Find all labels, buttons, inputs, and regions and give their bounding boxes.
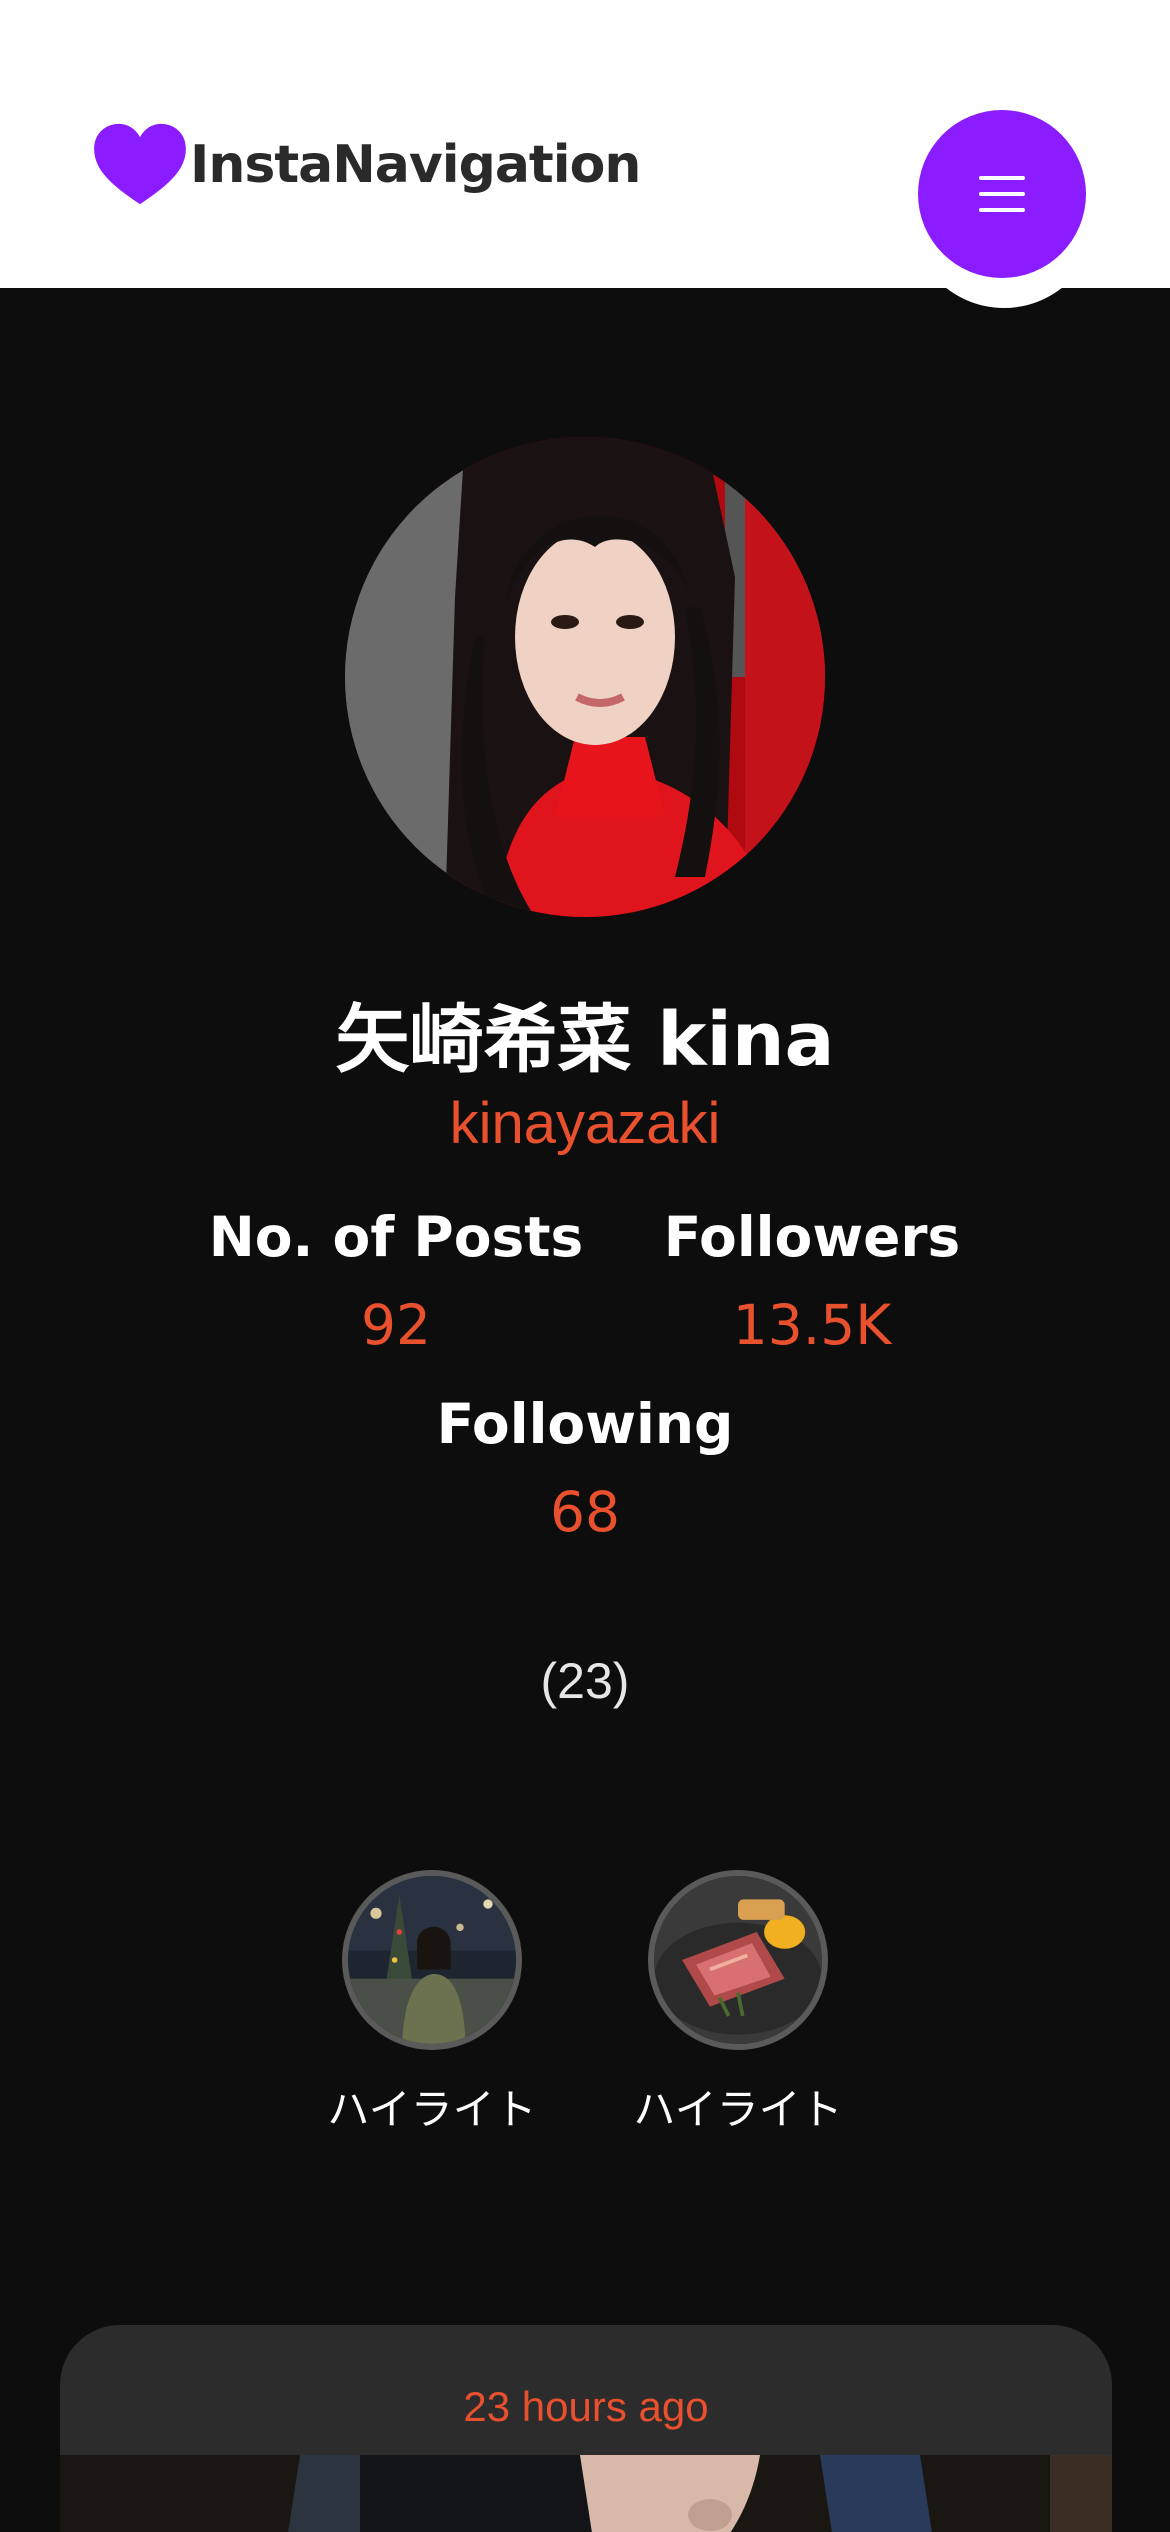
highlight-thumbnail <box>648 1870 828 2050</box>
post-timestamp: 23 hours ago <box>463 2383 709 2430</box>
profile-full-name: 矢崎希菜 kina <box>335 997 835 1083</box>
site-logo[interactable]: InstaNavigation <box>92 122 641 208</box>
logo-text: InstaNavigation <box>190 135 641 195</box>
heart-icon <box>94 123 186 205</box>
top-header: InstaNavigation <box>0 0 1170 308</box>
highlight-image <box>348 1876 516 2044</box>
stat-followers: Followers 13.5K <box>640 1205 984 1357</box>
stat-followers-label: Followers <box>663 1205 961 1269</box>
highlight-item[interactable]: ハイライト <box>618 1870 858 2137</box>
post-card[interactable]: 23 hours ago <box>60 2325 1112 2532</box>
stat-posts-label: No. of Posts <box>208 1205 584 1269</box>
menu-button[interactable] <box>918 110 1086 278</box>
post-image-graphic <box>60 2455 1112 2532</box>
stat-following: Following 68 <box>385 1392 785 1544</box>
stat-posts-value: 92 <box>361 1293 431 1357</box>
highlight-label: ハイライト <box>633 2085 843 2134</box>
profile-avatar <box>345 437 825 917</box>
highlight-item[interactable]: ハイライト <box>312 1870 552 2137</box>
stat-following-value: 68 <box>550 1480 620 1544</box>
hamburger-menu-icon <box>979 176 1025 212</box>
stat-posts: No. of Posts 92 <box>196 1205 596 1357</box>
highlights-count: (23) <box>540 1653 630 1709</box>
highlight-thumbnail <box>342 1870 522 2050</box>
post-image[interactable] <box>60 2455 1112 2532</box>
stat-followers-value: 13.5K <box>732 1293 892 1357</box>
highlight-label: ハイライト <box>327 2085 537 2134</box>
highlight-image <box>654 1876 822 2044</box>
stat-following-label: Following <box>436 1392 734 1456</box>
avatar-image <box>345 437 825 917</box>
profile-username[interactable]: kinayazaki <box>0 1090 1170 1157</box>
